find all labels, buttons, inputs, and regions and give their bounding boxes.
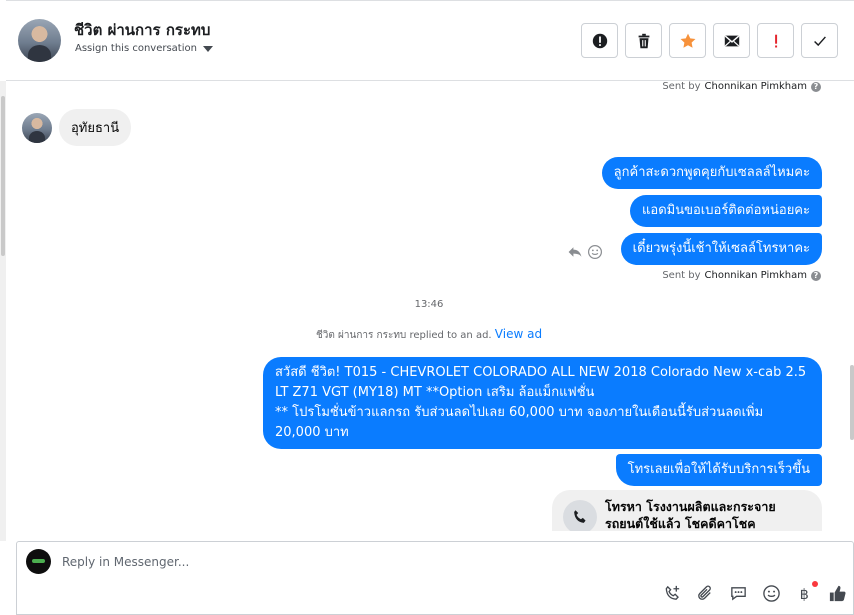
call-card-text: โทรหา โรงงานผลิตและกระจาย รถยนต์ใช้แล้ว … <box>605 499 776 531</box>
ad-auto-message[interactable]: สวัสดี ชีวิต! T015 - CHEVROLET COLORADO … <box>263 357 822 449</box>
svg-text:฿: ฿ <box>800 587 809 603</box>
reply-icon[interactable] <box>567 244 583 260</box>
mark-unread-button[interactable] <box>713 23 750 58</box>
message-timestamp: 13:46 <box>414 299 444 310</box>
add-contact-icon <box>665 585 680 600</box>
add-contact-button[interactable] <box>662 583 683 604</box>
ad-reply-text: ชีวิต ผ่านการ กระทบ replied to an ad. <box>315 330 492 341</box>
trash-icon <box>638 33 649 48</box>
mark-spam-button[interactable] <box>581 23 618 58</box>
left-scrollbar-thumb[interactable] <box>1 96 5 256</box>
ad-reply-note: ชีวิต ผ่านการ กระทบ replied to an ad. Vi… <box>6 327 852 343</box>
sent-by-agent: Chonnikan Pimkham <box>704 270 807 281</box>
phone-icon <box>563 500 597 531</box>
conversation-header: ชีวิต ผ่านการ กระทบ Assign this conversa… <box>6 0 854 81</box>
like-icon <box>829 585 846 602</box>
help-icon[interactable]: ? <box>811 270 821 281</box>
star-icon <box>680 33 695 48</box>
star-button[interactable] <box>669 23 706 58</box>
contact-name[interactable]: ชีวิต ผ่านการ กระทบ <box>74 18 210 42</box>
outgoing-message[interactable]: โทรเลยเพื่อให้ได้รับบริการเร็วขึ้น <box>615 454 822 486</box>
caret-down-icon <box>202 45 213 52</box>
message-thread[interactable]: Sent by Chonnikan Pimkham ? อุทัยธานี ลู… <box>6 81 852 531</box>
reply-input[interactable]: Reply in Messenger... <box>62 555 189 569</box>
like-button[interactable] <box>827 583 848 604</box>
message-actions <box>567 244 603 260</box>
right-scrollbar-thumb[interactable] <box>850 365 854 440</box>
exclamation-icon <box>774 34 777 47</box>
sent-by-info: Sent by Chonnikan Pimkham ? <box>662 81 821 92</box>
notification-dot <box>812 581 818 587</box>
conversation-toolbar <box>581 23 838 58</box>
outgoing-message[interactable]: เดี๋ยวพรุ่งนี้เช้าให้เซลล์โทรหาคะ <box>620 233 822 265</box>
payment-icon: ฿ <box>800 587 809 603</box>
sender-avatar[interactable] <box>22 113 52 143</box>
delete-button[interactable] <box>625 23 662 58</box>
react-emoji-icon[interactable] <box>587 244 603 260</box>
assign-label: Assign this conversation <box>75 43 197 54</box>
conversation-window: ชีวิต ผ่านการ กระทบ Assign this conversa… <box>0 0 854 615</box>
incoming-message[interactable]: อุทัยธานี <box>59 109 132 146</box>
mark-done-button[interactable] <box>801 23 838 58</box>
attachment-icon <box>698 585 711 600</box>
saved-replies-button[interactable] <box>728 583 749 604</box>
follow-up-button[interactable] <box>757 23 794 58</box>
page-avatar <box>26 549 51 574</box>
alert-circle-icon <box>592 33 607 48</box>
sent-by-agent: Chonnikan Pimkham <box>704 81 807 92</box>
contact-avatar[interactable] <box>18 19 61 62</box>
emoji-button[interactable] <box>761 583 782 604</box>
payment-button[interactable]: ฿ <box>794 581 818 604</box>
assign-conversation-dropdown[interactable]: Assign this conversation <box>75 43 213 54</box>
outgoing-message[interactable]: ลูกค้าสะดวกพูดคุยกับเซลลล์ไหมคะ <box>601 157 822 189</box>
call-button-card[interactable]: โทรหา โรงงานผลิตและกระจาย รถยนต์ใช้แล้ว … <box>552 490 822 531</box>
view-ad-link[interactable]: View ad <box>495 327 542 341</box>
attach-file-button[interactable] <box>695 583 716 604</box>
sent-by-label: Sent by <box>662 81 701 92</box>
sent-by-info: Sent by Chonnikan Pimkham ? <box>662 270 821 281</box>
envelope-icon <box>724 35 739 46</box>
saved-reply-icon <box>731 587 746 601</box>
composer-tools: ฿ <box>662 581 848 604</box>
outgoing-message[interactable]: แอดมินขอเบอร์ติดต่อหน่อยคะ <box>630 195 822 227</box>
help-icon[interactable]: ? <box>811 81 821 92</box>
sent-by-label: Sent by <box>662 270 701 281</box>
reply-composer[interactable]: Reply in Messenger... ฿ <box>16 541 854 615</box>
check-icon <box>813 35 826 46</box>
emoji-icon <box>763 585 780 602</box>
